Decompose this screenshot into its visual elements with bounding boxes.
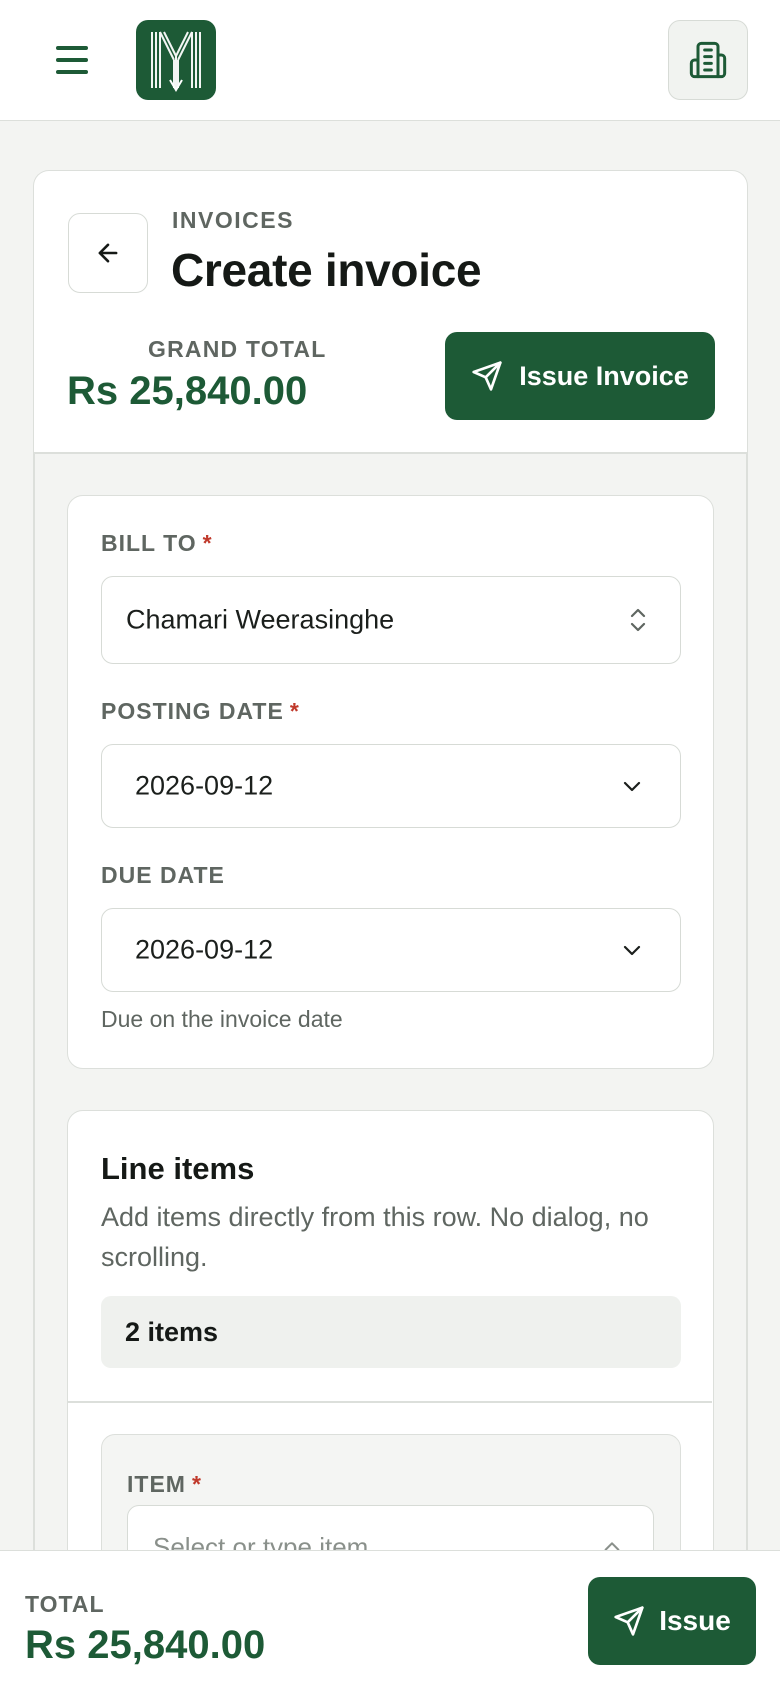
item-label: ITEM *	[127, 1471, 202, 1497]
issue-invoice-button[interactable]: Issue Invoice	[445, 332, 715, 420]
line-items-divider	[68, 1401, 712, 1403]
required-mark: *	[289, 698, 300, 724]
bill-to-label: BILL TO *	[101, 530, 213, 556]
due-date-select[interactable]: 2026-09-12	[101, 908, 681, 992]
chevron-up-down-icon	[630, 608, 646, 632]
issue-label: Issue	[659, 1605, 731, 1636]
brand-logo[interactable]	[136, 20, 216, 100]
organization-button[interactable]	[668, 20, 748, 100]
brand-logo-mark	[151, 31, 201, 92]
posting-date-select[interactable]: 2026-09-12	[101, 744, 681, 828]
issue-invoice-label: Issue Invoice	[519, 360, 689, 391]
back-button[interactable]	[68, 213, 148, 293]
panel-border-right	[746, 453, 748, 1688]
grand-total-amount: Rs 25,840.00	[67, 369, 308, 413]
due-date-label: DUE DATE	[101, 862, 225, 888]
total-label: TOTAL	[25, 1591, 105, 1617]
page-title: Create invoice	[171, 244, 482, 296]
invoice-header-card: INVOICES Create invoice GRAND TOTAL Rs 2…	[33, 170, 748, 454]
line-items-title: Line items	[101, 1151, 255, 1186]
arrow-left-icon	[98, 243, 118, 263]
due-date-helper: Due on the invoice date	[101, 1006, 343, 1032]
top-app-bar	[0, 0, 780, 121]
due-date-value: 2026-09-12	[135, 934, 274, 965]
total-amount: Rs 25,840.00	[25, 1623, 266, 1667]
grand-total-label: GRAND TOTAL	[148, 336, 327, 362]
line-items-subtitle: Add items directly from this row. No dia…	[101, 1202, 649, 1272]
send-icon	[472, 361, 502, 391]
required-mark: *	[202, 530, 213, 556]
bill-to-value: Chamari Weerasinghe	[126, 604, 395, 635]
header-divider	[33, 452, 748, 454]
send-icon	[614, 1606, 644, 1636]
building-icon	[689, 41, 727, 79]
issue-button[interactable]: Issue	[588, 1577, 756, 1665]
breadcrumb[interactable]: INVOICES	[172, 207, 294, 234]
required-mark: *	[191, 1471, 202, 1497]
panel-border-left	[33, 453, 35, 1688]
bottom-total-bar: TOTAL Rs 25,840.00 Issue	[0, 1550, 780, 1688]
posting-date-label: POSTING DATE *	[101, 698, 300, 724]
bill-to-select[interactable]: Chamari Weerasinghe	[101, 576, 681, 664]
chevron-down-icon	[623, 781, 641, 792]
items-count-badge: 2 items	[101, 1296, 681, 1368]
chevron-down-icon	[623, 945, 641, 956]
invoice-details-card: BILL TO * Chamari Weerasinghe POSTING DAT…	[67, 495, 714, 1069]
menu-icon[interactable]	[50, 38, 94, 82]
posting-date-value: 2026-09-12	[135, 770, 274, 801]
